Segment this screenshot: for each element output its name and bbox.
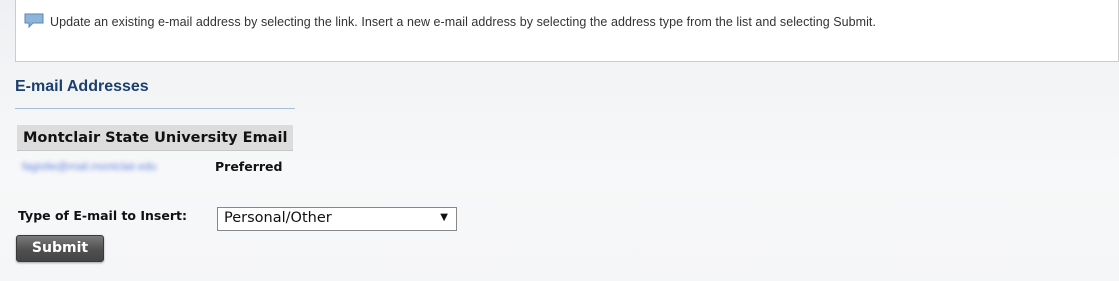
dropdown-arrow-icon: ▼ xyxy=(440,212,448,223)
section-divider xyxy=(15,108,295,109)
email-table-header: Montclair State University Email xyxy=(17,125,293,151)
email-type-selected-value: Personal/Other xyxy=(224,210,332,226)
email-address-link[interactable]: fagiolie@mail.montclair.edu xyxy=(22,161,157,173)
section-title: E-mail Addresses xyxy=(15,78,149,95)
info-message-box: Update an existing e-mail address by sel… xyxy=(15,0,1119,62)
preferred-label: Preferred xyxy=(215,159,283,174)
info-message-text: Update an existing e-mail address by sel… xyxy=(50,15,876,29)
email-type-select[interactable]: Personal/Other ▼ xyxy=(217,207,457,231)
submit-button[interactable]: Submit xyxy=(16,235,104,262)
email-type-label: Type of E-mail to Insert: xyxy=(18,208,187,223)
speech-bubble-icon xyxy=(24,13,44,29)
